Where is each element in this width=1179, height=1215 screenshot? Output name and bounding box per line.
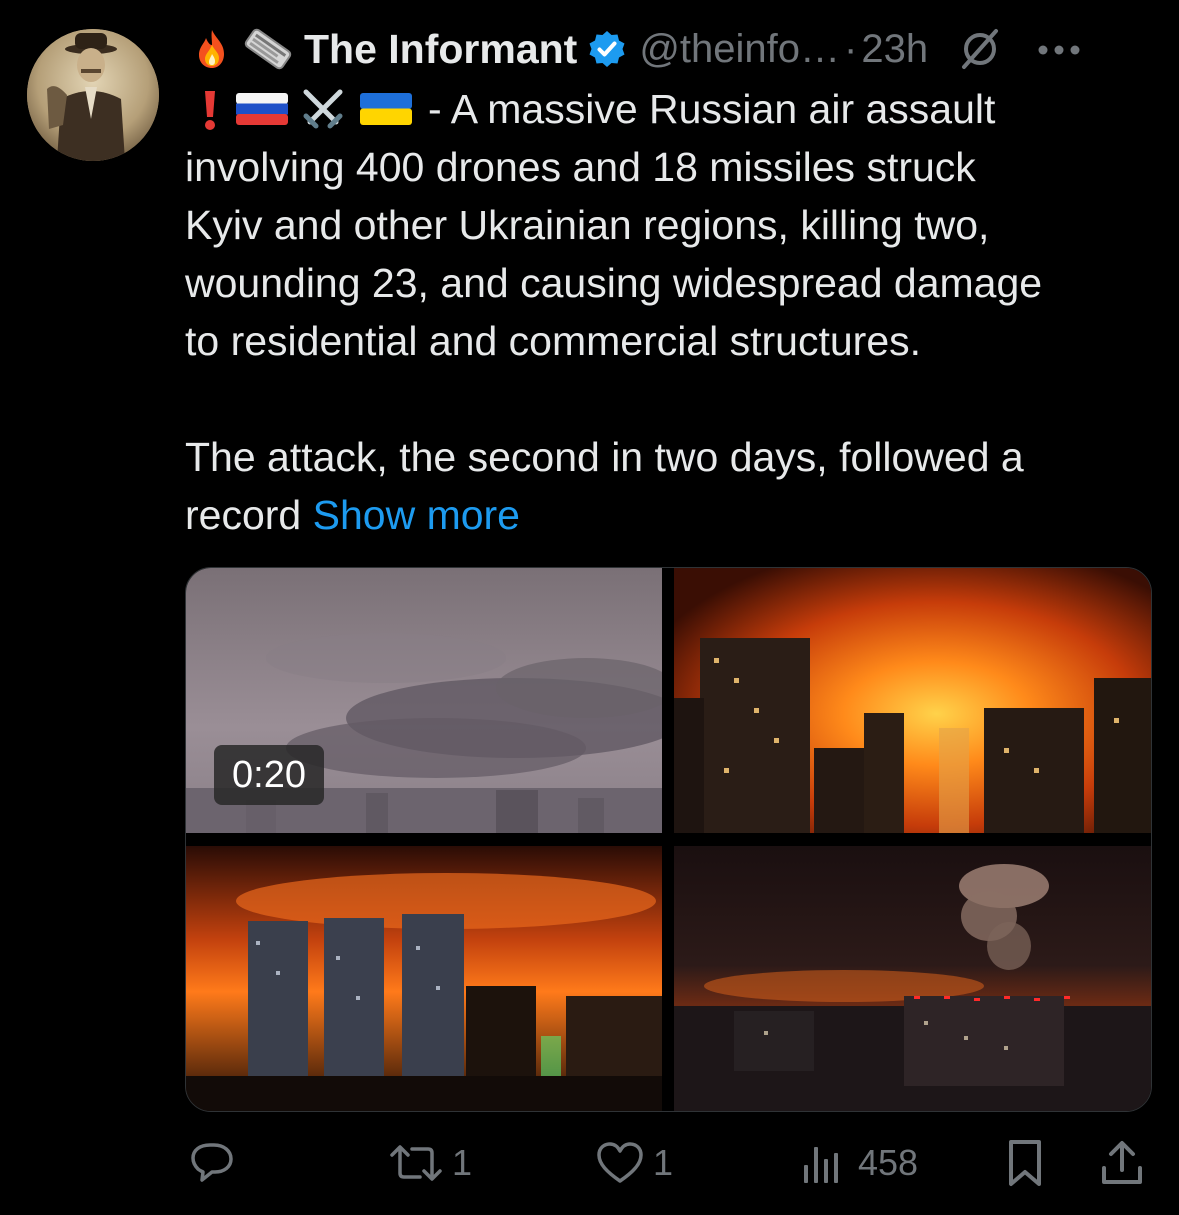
crossed-swords-emoji-icon [300, 86, 346, 132]
reply-icon [191, 1143, 233, 1182]
views-button[interactable]: 458 [800, 1133, 918, 1193]
verified-badge-icon[interactable] [587, 29, 627, 69]
exclamation-emoji-icon [202, 87, 218, 131]
post-text: - A massive Russian air assault involvin… [185, 80, 1145, 544]
ukraine-flag-emoji-icon [360, 93, 412, 125]
header-separator: · [844, 26, 858, 71]
post-text-line: to residential and commercial structures… [185, 318, 922, 364]
repost-count: 1 [452, 1142, 473, 1183]
city-explosion-smoke-image [674, 846, 1151, 1111]
media-photo-city-fire[interactable] [674, 568, 1151, 833]
author-avatar[interactable] [27, 29, 159, 161]
heart-icon [597, 1142, 643, 1183]
views-count: 458 [858, 1142, 919, 1183]
share-icon [1102, 1141, 1142, 1184]
media-video-smoke[interactable]: 0:20 [186, 568, 662, 833]
city-fire-glow-image [674, 568, 1151, 833]
repost-icon [390, 1145, 442, 1181]
post-text-blank-line [185, 370, 1145, 428]
views-chart-icon [804, 1147, 838, 1183]
grok-icon[interactable] [958, 27, 1002, 71]
bookmark-button[interactable] [1005, 1133, 1045, 1193]
post-header: The Informant @theinfo… · 23h [190, 22, 1165, 76]
media-photo-city-explosion[interactable] [674, 846, 1151, 1111]
city-towers-fire-image [186, 846, 662, 1111]
media-photo-city-towers[interactable] [186, 846, 662, 1111]
video-duration-badge: 0:20 [214, 745, 324, 805]
fire-emoji-icon [190, 27, 234, 71]
newspaper-emoji-icon [240, 27, 296, 71]
post-text-line-1: - A massive Russian air assault [185, 80, 1145, 138]
repost-button[interactable]: 1 [388, 1133, 472, 1193]
post-text-line: The attack, the second in two days, foll… [185, 434, 1024, 480]
bookmark-icon [1009, 1140, 1041, 1186]
post-text-line: Kyiv and other Ukrainian regions, killin… [185, 202, 990, 248]
share-button[interactable] [1099, 1133, 1145, 1193]
author-display-name[interactable]: The Informant [304, 26, 577, 73]
reply-button[interactable] [188, 1133, 244, 1193]
post-text-line: wounding 23, and causing widespread dama… [185, 260, 1043, 306]
media-grid: 0:20 [185, 567, 1152, 1112]
more-options-icon[interactable] [1036, 42, 1082, 56]
like-count: 1 [653, 1142, 674, 1183]
like-button[interactable]: 1 [595, 1133, 673, 1193]
show-more-link[interactable]: Show more [313, 492, 520, 538]
post-text-last-line: record Show more [185, 486, 1145, 544]
post-text-line: involving 400 drones and 18 missiles str… [185, 144, 976, 190]
russia-flag-emoji-icon [236, 93, 288, 125]
post-text-line: record [185, 492, 302, 538]
author-handle[interactable]: @theinfo… [639, 27, 840, 72]
avatar-portrait-image [27, 29, 159, 161]
post-actions-bar: 1 1 458 [185, 1133, 1150, 1193]
post-timestamp[interactable]: 23h [861, 27, 928, 72]
post-text-line: - A massive Russian air assault [428, 86, 996, 132]
